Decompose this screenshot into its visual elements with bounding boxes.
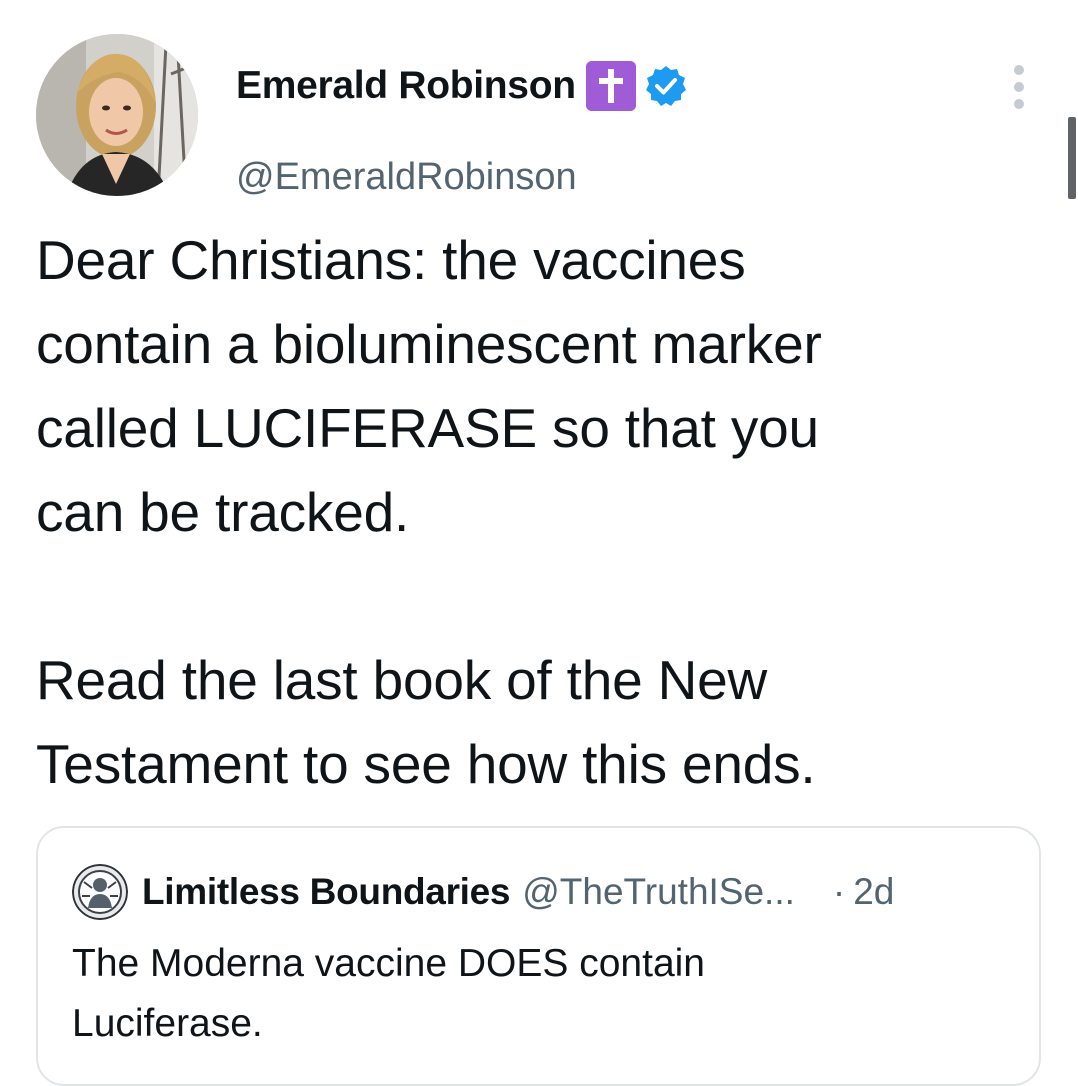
- author-name-row: Emerald Robinson: [236, 58, 688, 114]
- verified-badge-icon[interactable]: [644, 64, 688, 108]
- quoted-tweet-header: Limitless Boundaries @TheTruthISe... · 2…: [72, 864, 894, 920]
- quoted-author-handle[interactable]: @TheTruthISe...: [522, 871, 795, 913]
- tweet-text: Dear Christians: the vaccines contain a …: [36, 218, 1046, 806]
- quoted-author-name[interactable]: Limitless Boundaries: [142, 871, 511, 913]
- tweet-text-line: contain a bioluminescent marker: [36, 313, 822, 375]
- tweet-text-line: Read the last book of the New: [36, 649, 768, 711]
- tweet-text-line: Testament to see how this ends.: [36, 733, 816, 795]
- meta-separator: ·: [832, 871, 846, 912]
- latin-cross-icon: [585, 61, 636, 111]
- tweet-text-line: can be tracked.: [36, 481, 410, 543]
- author-avatar-image: [36, 34, 198, 196]
- quoted-text-line: Luciferase.: [72, 1002, 263, 1045]
- quoted-tweet-text: The Moderna vaccine DOES contain Lucifer…: [72, 934, 1002, 1054]
- quoted-text-line: The Moderna vaccine DOES contain: [72, 942, 705, 985]
- tweet-text-line: Dear Christians: the vaccines: [36, 229, 746, 291]
- tweet-text-line: called LUCIFERASE so that you: [36, 397, 819, 459]
- tweet-header: Emerald Robinson @EmeraldRobinson: [36, 34, 1046, 198]
- quoted-tweet-card[interactable]: Limitless Boundaries @TheTruthISe... · 2…: [36, 826, 1041, 1086]
- quoted-timestamp[interactable]: 2d: [853, 871, 894, 913]
- scrollbar-thumb[interactable]: [1068, 117, 1076, 199]
- more-options-icon[interactable]: [1011, 62, 1027, 112]
- author-handle[interactable]: @EmeraldRobinson: [236, 156, 577, 199]
- quoted-author-avatar[interactable]: [72, 864, 128, 920]
- author-avatar[interactable]: [36, 34, 198, 196]
- author-display-name[interactable]: Emerald Robinson: [236, 64, 576, 108]
